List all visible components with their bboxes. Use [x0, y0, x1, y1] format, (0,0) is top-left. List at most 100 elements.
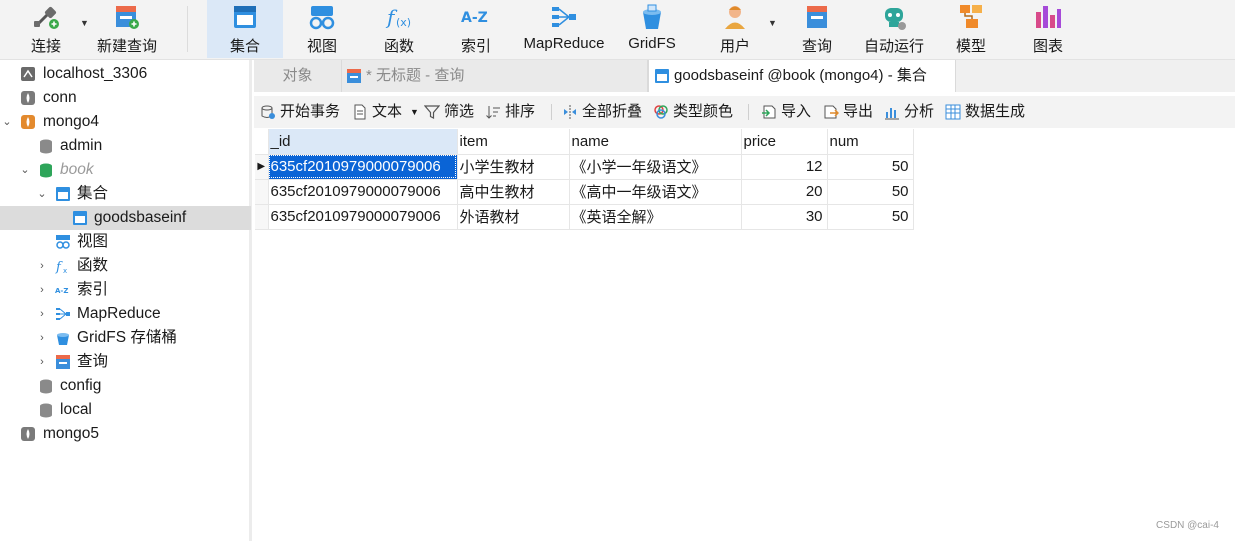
new-query-button[interactable]: 新建查询 [93, 0, 161, 58]
tree-node-indexes[interactable]: › A-Z 索引 [0, 278, 251, 302]
table-row[interactable]: ▶ 635cf2010979000079006 小学生教材 《小学一年级语文》 … [255, 154, 914, 180]
tree-node-admin[interactable]: admin [0, 134, 251, 158]
tree-node-label: 视图 [77, 233, 109, 250]
chevron-down-icon[interactable]: ⌄ [18, 158, 32, 182]
tab-goodsbaseinf[interactable]: goodsbaseinf @book (mongo4) - 集合 [648, 60, 956, 92]
type-color-button[interactable]: 类型颜色 [653, 96, 737, 128]
table-row[interactable]: 635cf2010979000079006 外语教材 《英语全解》 30 50 [255, 204, 914, 230]
chevron-right-icon[interactable]: › [35, 350, 49, 374]
table-cell-num[interactable]: 50 [827, 154, 914, 180]
mapreduce-tool-button[interactable]: MapReduce [518, 0, 610, 58]
tree-node-config[interactable]: config [0, 374, 251, 398]
data-grid[interactable]: _id item name price num ▶ 635cf201097900… [255, 129, 914, 230]
tree-node-views[interactable]: 视图 [0, 230, 251, 254]
chevron-right-icon[interactable]: › [35, 254, 49, 278]
index-tool-button[interactable]: A-Z 索引 [443, 0, 509, 58]
tree-node-label: 集合 [77, 185, 109, 202]
table-cell-num[interactable]: 50 [827, 179, 914, 205]
tree-node-mapreduce[interactable]: › MapReduce [0, 302, 251, 326]
navigation-tree[interactable]: localhost_3306 conn ⌄ mongo4 admin ⌄ boo… [0, 60, 252, 541]
table-row[interactable]: 635cf2010979000079006 高中生教材 《高中一年级语文》 20… [255, 179, 914, 205]
tree-node-gridfs[interactable]: › GridFS 存储桶 [0, 326, 251, 350]
table-cell-id[interactable]: 635cf2010979000079006 [268, 204, 458, 230]
column-header-id[interactable]: _id [268, 129, 458, 155]
table-cell-item[interactable]: 高中生教材 [457, 179, 570, 205]
view-glasses-icon [56, 235, 70, 249]
text-view-button[interactable]: 文本 ▼ [352, 96, 419, 128]
table-cell-item[interactable]: 小学生教材 [457, 154, 570, 180]
begin-transaction-button[interactable]: 开始事务 [260, 96, 346, 128]
tree-node-label: MapReduce [77, 305, 161, 322]
tree-node-goodsbaseinf[interactable]: goodsbaseinf [0, 206, 251, 230]
function-tool-button[interactable]: f (x) 函数 [365, 0, 433, 58]
sort-icon [486, 106, 500, 119]
export-button[interactable]: 导出 [823, 96, 879, 128]
chevron-down-icon[interactable]: ⌄ [0, 110, 14, 134]
table-cell-price[interactable]: 20 [741, 179, 828, 205]
database-icon [40, 403, 52, 418]
tree-node-collections[interactable]: ⌄ 集合 [0, 182, 251, 206]
table-cell-num[interactable]: 50 [827, 204, 914, 230]
analyze-button[interactable]: 分析 [884, 96, 940, 128]
connect-dropdown-caret-icon[interactable]: ▼ [80, 18, 89, 28]
mongodb-connection-icon [21, 115, 35, 129]
table-cell-price[interactable]: 12 [741, 154, 828, 180]
tree-node-conn[interactable]: conn [0, 86, 251, 110]
transaction-icon [261, 105, 275, 119]
connect-button[interactable]: 连接 [12, 0, 80, 58]
table-cell-id[interactable]: 635cf2010979000079006 [268, 179, 458, 205]
tree-node-queries[interactable]: › 查询 [0, 350, 251, 374]
user-tool-button[interactable]: 用户 [703, 0, 767, 58]
table-cell-name[interactable]: 《小学一年级语文》 [569, 154, 742, 180]
chevron-right-icon[interactable]: › [35, 326, 49, 350]
tree-node-label: 查询 [77, 353, 109, 370]
table-cell-item[interactable]: 外语教材 [457, 204, 570, 230]
view-tool-button[interactable]: 视图 [289, 0, 355, 58]
view-tool-label: 视图 [306, 38, 337, 55]
tab-objects[interactable]: 对象 [254, 60, 342, 92]
tree-node-label: local [60, 401, 92, 418]
export-icon [824, 105, 839, 119]
table-cell-name[interactable]: 《高中一年级语文》 [569, 179, 742, 205]
tree-node-label: 函数 [77, 257, 109, 274]
model-tool-button[interactable]: 模型 [941, 0, 1001, 58]
tab-untitled-query[interactable]: * 无标题 - 查询 [342, 60, 648, 92]
collection-icon [655, 69, 669, 83]
begin-transaction-label: 开始事务 [280, 103, 341, 120]
table-cell-name[interactable]: 《英语全解》 [569, 204, 742, 230]
user-icon [725, 6, 745, 29]
type-color-label: 类型颜色 [673, 103, 734, 120]
tree-node-mongo5[interactable]: mongo5 [0, 422, 251, 446]
gridfs-tool-label: GridFS [628, 35, 676, 52]
chart-tool-button[interactable]: 图表 [1016, 0, 1080, 58]
tree-node-functions[interactable]: › fx 函数 [0, 254, 251, 278]
auto-run-tool-button[interactable]: 自动运行 [857, 0, 931, 58]
column-header-price[interactable]: price [741, 129, 828, 155]
collection-tool-button[interactable]: 集合 [207, 0, 283, 58]
sort-button[interactable]: 排序 [485, 96, 541, 128]
chevron-right-icon[interactable]: › [35, 278, 49, 302]
column-header-name[interactable]: name [569, 129, 742, 155]
collapse-all-button[interactable]: 全部折叠 [562, 96, 646, 128]
chart-icon [1036, 6, 1061, 28]
column-header-item[interactable]: item [457, 129, 570, 155]
query-tool-button[interactable]: 查询 [785, 0, 849, 58]
tree-node-local[interactable]: local [0, 398, 251, 422]
filter-button[interactable]: 筛选 [424, 96, 480, 128]
tree-node-book[interactable]: ⌄ book [0, 158, 251, 182]
sort-label: 排序 [505, 103, 536, 120]
tree-node-label: mongo4 [43, 113, 100, 130]
tree-node-localhost-3306[interactable]: localhost_3306 [0, 62, 251, 86]
user-dropdown-caret-icon[interactable]: ▼ [768, 18, 777, 28]
column-header-num[interactable]: num [827, 129, 914, 155]
table-cell-id[interactable]: 635cf2010979000079006 [268, 154, 458, 180]
table-cell-price[interactable]: 30 [741, 204, 828, 230]
tree-node-mongo4[interactable]: ⌄ mongo4 [0, 110, 251, 134]
watermark-text: CSDN @cai-4 [1156, 520, 1219, 531]
data-generation-button[interactable]: 数据生成 [945, 96, 1031, 128]
import-button[interactable]: 导入 [761, 96, 817, 128]
chevron-down-icon[interactable]: ⌄ [35, 182, 49, 206]
gridfs-tool-button[interactable]: GridFS [620, 0, 684, 58]
chevron-right-icon[interactable]: › [35, 302, 49, 326]
text-dropdown-caret-icon[interactable]: ▼ [410, 96, 419, 128]
